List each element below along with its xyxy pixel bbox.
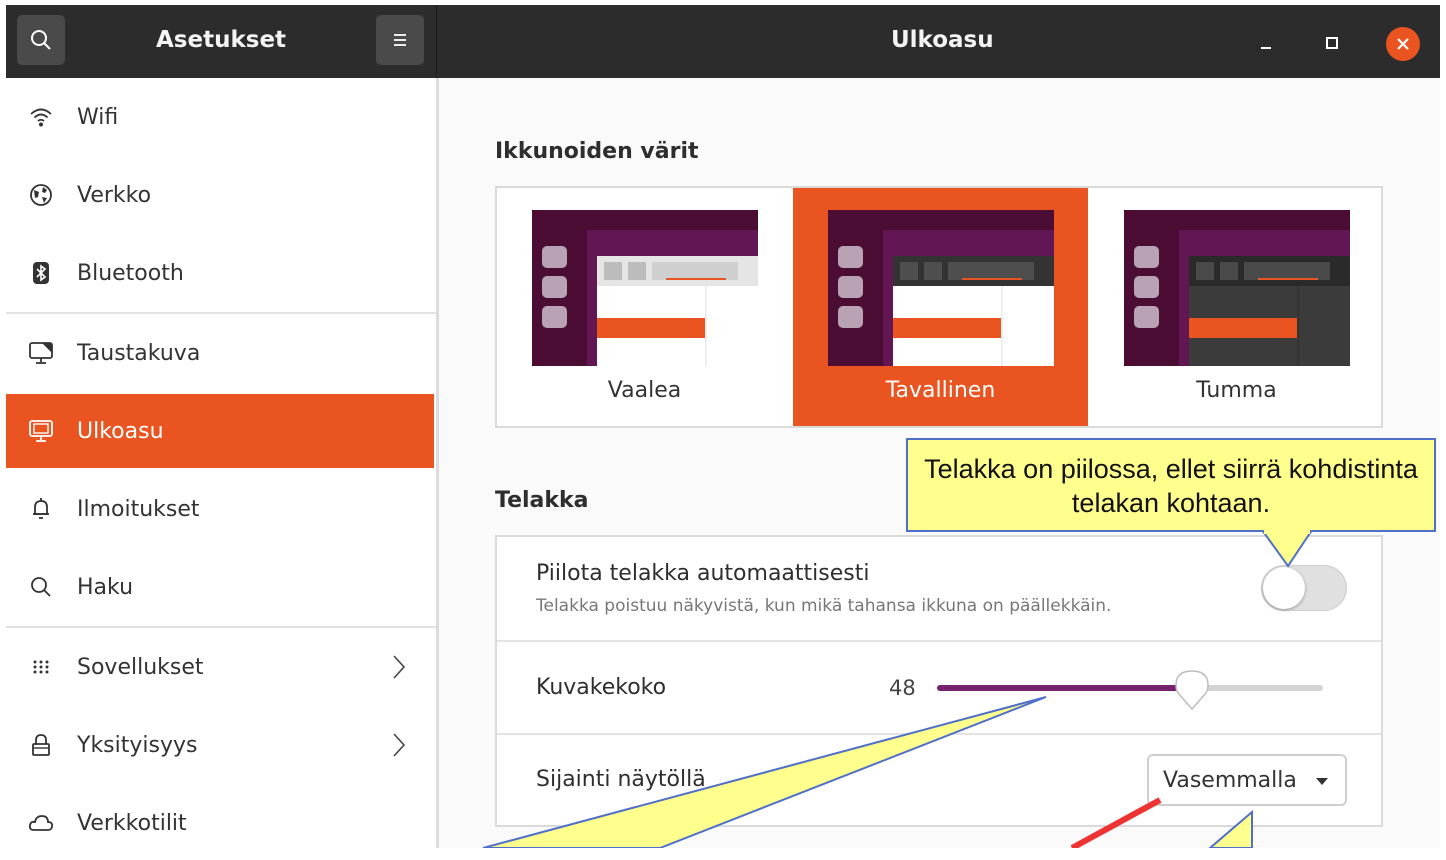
autohide-title: Piilota telakka automaattisesti: [536, 561, 870, 586]
app-title: Asetukset: [156, 27, 287, 53]
sidebar-item-verkko[interactable]: Verkko: [6, 158, 434, 232]
appearance-icon: [28, 418, 54, 444]
sidebar-item-label: Sovellukset: [77, 654, 204, 680]
autohide-description: Telakka poistuu näkyvistä, kun mikä taha…: [536, 596, 1112, 616]
maximize-icon: [1326, 37, 1338, 49]
light-theme-preview: [532, 210, 758, 366]
sidebar: Wifi Verkko Bluetooth Taustakuva Ulkoasu…: [6, 78, 436, 848]
sidebar-item-label: Haku: [77, 574, 134, 600]
sidebar-item-label: Taustakuva: [77, 340, 201, 366]
icon-size-value: 48: [889, 676, 916, 700]
titlebar-divider: [436, 5, 437, 78]
standard-theme-preview: [828, 210, 1054, 366]
sidebar-item-taustakuva[interactable]: Taustakuva: [6, 316, 434, 390]
bell-icon: [28, 496, 54, 522]
position-dropdown-value: Vasemmalla: [1163, 767, 1297, 793]
page-title: Ulkoasu: [891, 27, 994, 53]
sidebar-item-bluetooth[interactable]: Bluetooth: [6, 236, 434, 310]
maximize-button[interactable]: [1316, 27, 1348, 59]
sidebar-item-label: Ulkoasu: [77, 418, 164, 444]
position-dropdown[interactable]: Vasemmalla: [1147, 754, 1347, 806]
theme-option-label: Tavallinen: [885, 378, 996, 403]
sidebar-item-label: Wifi: [77, 104, 119, 130]
dock-settings-list: Piilota telakka automaattisesti Telakka …: [495, 535, 1383, 827]
position-label: Sijainti näytöllä: [536, 767, 706, 792]
title-bar: Asetukset Ulkoasu: [6, 5, 1440, 78]
slider-handle[interactable]: [1174, 667, 1210, 711]
slider-fill: [937, 685, 1192, 691]
callout-text: Telakka on piilossa, ellet siirrä kohdis…: [924, 454, 1418, 518]
icon-size-label: Kuvakekoko: [536, 675, 667, 700]
chevron-right-icon: [393, 655, 406, 679]
sidebar-item-sovellukset[interactable]: Sovellukset: [6, 630, 434, 704]
sidebar-item-ulkoasu[interactable]: Ulkoasu: [6, 394, 434, 468]
sidebar-item-label: Verkko: [77, 182, 152, 208]
chevron-right-icon: [393, 733, 406, 757]
sidebar-item-label: Verkkotilit: [77, 810, 187, 836]
lock-icon: [28, 732, 54, 758]
cloud-icon: [28, 810, 54, 836]
wifi-icon: [28, 104, 54, 130]
close-button[interactable]: [1386, 27, 1420, 61]
theme-option-dark[interactable]: Tumma: [1089, 188, 1384, 426]
minimize-button[interactable]: [1250, 27, 1282, 59]
dark-theme-preview: [1124, 210, 1350, 366]
dropdown-arrow-icon: [1316, 778, 1328, 785]
apps-grid-icon: [28, 654, 54, 680]
sidebar-item-verkkotilit[interactable]: Verkkotilit: [6, 786, 434, 860]
network-icon: [28, 182, 54, 208]
icon-size-slider[interactable]: [937, 670, 1323, 711]
sidebar-separator: [6, 312, 436, 314]
window-colors-heading: Ikkunoiden värit: [495, 139, 699, 164]
theme-option-light[interactable]: Vaalea: [497, 188, 792, 426]
theme-option-label: Tumma: [1196, 378, 1277, 403]
toggle-knob: [1263, 567, 1305, 609]
hamburger-icon: [394, 34, 406, 46]
theme-option-standard[interactable]: Tavallinen: [793, 188, 1088, 426]
row-separator: [497, 733, 1381, 735]
sidebar-item-wifi[interactable]: Wifi: [6, 80, 434, 154]
sidebar-item-label: Bluetooth: [77, 260, 184, 286]
sidebar-item-haku[interactable]: Haku: [6, 550, 434, 624]
theme-option-label: Vaalea: [607, 378, 682, 403]
search-button[interactable]: [17, 15, 65, 65]
sidebar-item-label: Yksityisyys: [77, 732, 198, 758]
background-icon: [28, 340, 54, 366]
search-icon: [31, 30, 51, 50]
theme-selector: Vaalea Tavallinen Tumma: [495, 186, 1383, 428]
minimize-icon: [1261, 47, 1271, 49]
sidebar-separator: [6, 626, 436, 628]
autohide-callout: Telakka on piilossa, ellet siirrä kohdis…: [906, 438, 1436, 532]
sidebar-item-ilmoitukset[interactable]: Ilmoitukset: [6, 472, 434, 546]
dock-heading: Telakka: [495, 488, 589, 513]
row-separator: [497, 640, 1381, 642]
search-icon: [28, 574, 54, 600]
close-icon: [1397, 38, 1409, 50]
sidebar-item-label: Ilmoitukset: [77, 496, 200, 522]
sidebar-item-yksityisyys[interactable]: Yksityisyys: [6, 708, 434, 782]
menu-button[interactable]: [376, 15, 424, 65]
bluetooth-icon: [28, 260, 54, 286]
autohide-toggle[interactable]: [1261, 565, 1347, 611]
